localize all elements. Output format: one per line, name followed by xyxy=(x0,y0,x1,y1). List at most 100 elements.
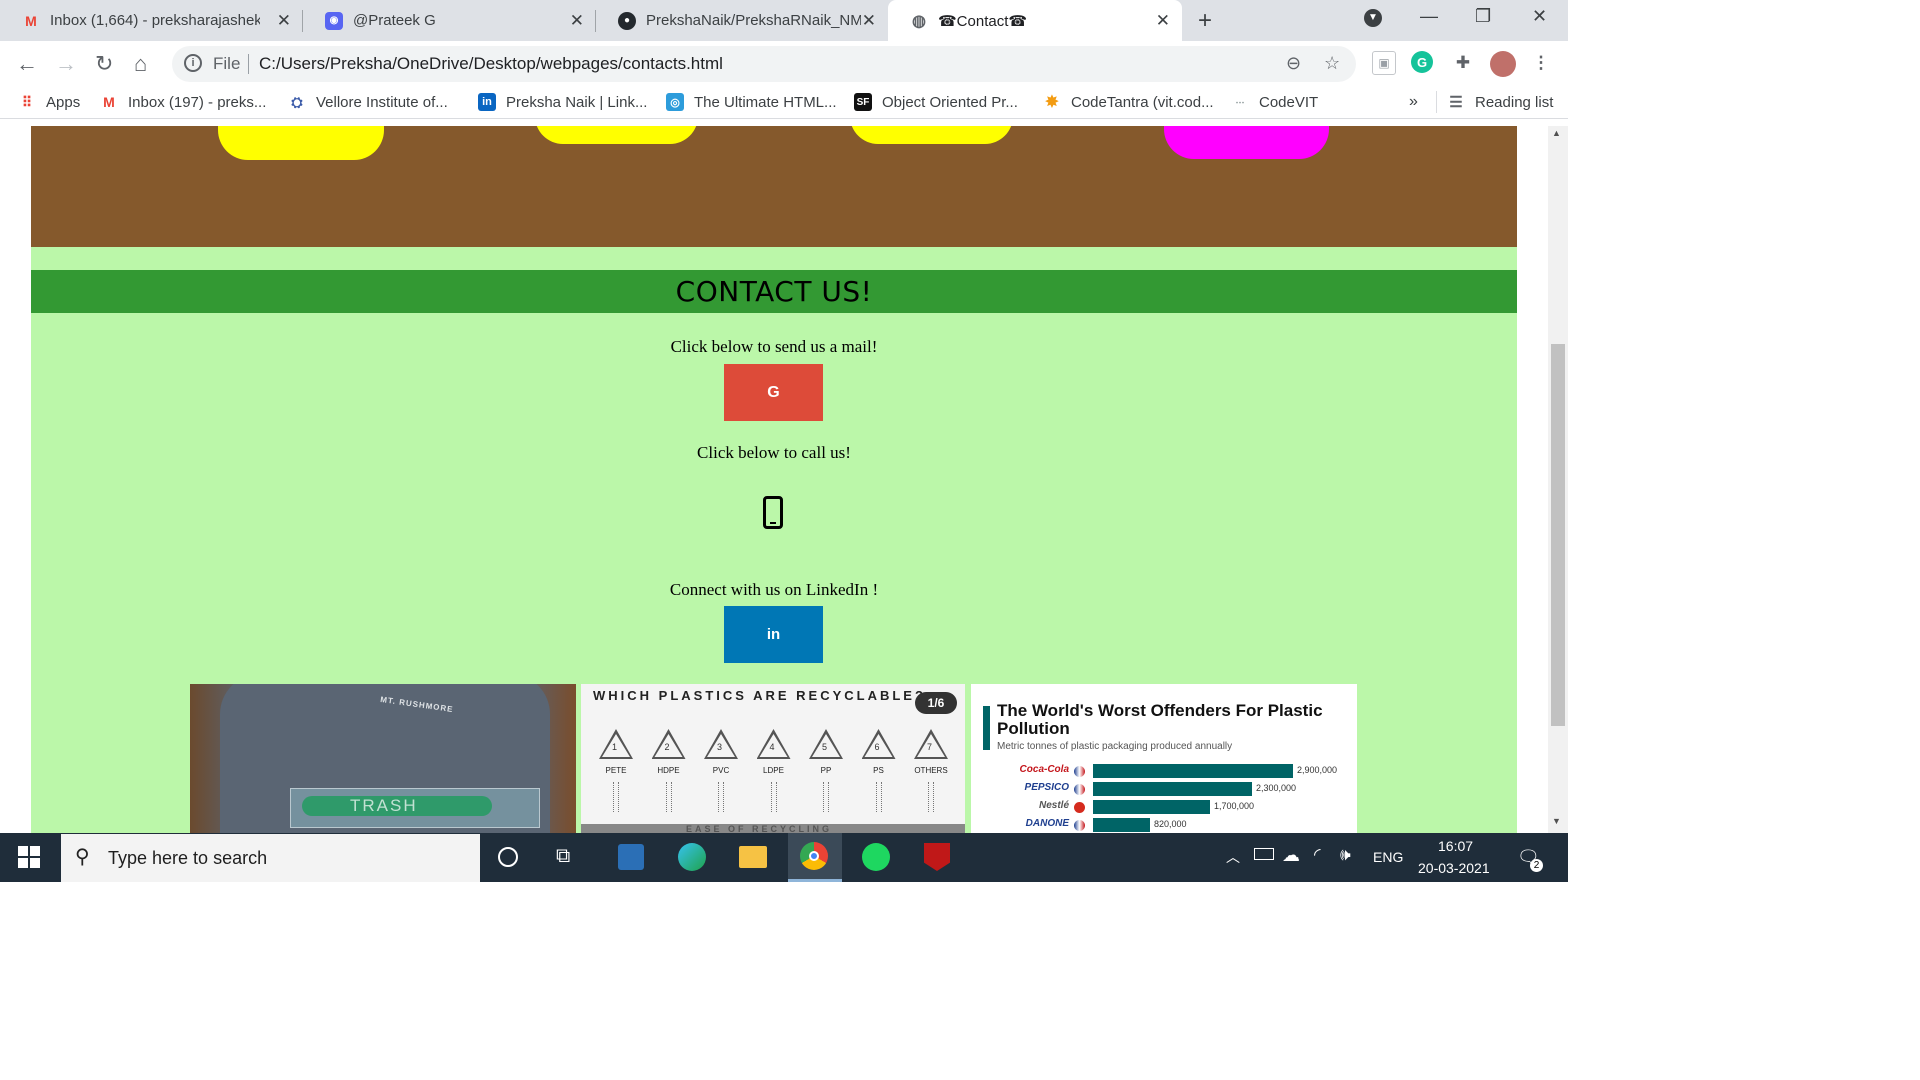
tab-contact[interactable]: ◍ ☎Contact☎ ✕ xyxy=(888,0,1182,41)
reading-list-label: Reading list xyxy=(1475,93,1554,111)
offender-value: 2,900,000 xyxy=(1297,765,1338,775)
forward-icon[interactable]: → xyxy=(55,51,77,77)
browser-toolbar: ← → ↻ ⌂ i File C:/Users/Preksha/OneDrive… xyxy=(0,41,1568,87)
company-name: DANONE xyxy=(1025,818,1069,829)
restore-icon[interactable]: ❐ xyxy=(1475,6,1491,27)
codevit-icon: ⋯ xyxy=(1235,96,1245,107)
bookmark-oop[interactable]: SF Object Oriented Pr... xyxy=(854,93,1018,111)
github-icon: ● xyxy=(618,11,636,30)
magenta-card[interactable] xyxy=(1164,126,1329,159)
yellow-card-2[interactable] xyxy=(535,126,698,144)
info-icon[interactable]: i xyxy=(184,54,202,72)
recyclable-plastics-image: WHICH PLASTICS ARE RECYCLABLE? 1/6 1 PETE… xyxy=(581,684,965,833)
recycle-number: 6 xyxy=(874,742,880,752)
edge-icon[interactable] xyxy=(678,843,706,871)
scheme-label: File xyxy=(213,54,241,73)
recycle-description xyxy=(665,782,672,812)
windows-taskbar: ⚲ Type here to search ⧉ ︿ ☁ ◜ 🕪 ENG 16:0… xyxy=(0,833,1568,882)
bookmark-html[interactable]: ◎ The Ultimate HTML... xyxy=(666,93,837,111)
recycle-number: 7 xyxy=(927,742,933,752)
clock-time[interactable]: 16:07 xyxy=(1438,838,1473,854)
google-mail-button[interactable]: G xyxy=(724,364,823,421)
scroll-up-icon[interactable]: ▲ xyxy=(1552,128,1561,138)
scrollbar-thumb[interactable] xyxy=(1551,344,1565,726)
recycle-description xyxy=(928,782,934,812)
close-window-icon[interactable]: ✕ xyxy=(1532,6,1547,27)
address-bar[interactable]: i File C:/Users/Preksha/OneDrive/Desktop… xyxy=(172,46,1356,82)
gmail-icon: M xyxy=(103,94,115,110)
reload-icon[interactable]: ↻ xyxy=(95,51,113,77)
taskbar-search[interactable]: ⚲ Type here to search xyxy=(61,834,480,882)
grammarly-icon[interactable]: G xyxy=(1411,51,1433,73)
offenders-chart-image: The World's Worst Offenders For Plastic … xyxy=(971,684,1357,833)
avatar[interactable] xyxy=(1490,51,1516,77)
file-explorer-icon[interactable] xyxy=(739,846,767,868)
tray-expand-icon[interactable]: ︿ xyxy=(1226,847,1240,867)
bookmark-vit[interactable]: ⛭ Vellore Institute of... xyxy=(288,93,447,111)
tab-discord[interactable]: ◉ @Prateek G ✕ xyxy=(303,0,596,41)
bookmark-label: Preksha Naik | Link... xyxy=(506,93,648,111)
offender-bar xyxy=(1093,800,1210,814)
tab-github[interactable]: ● PrekshaNaik/PrekshaRNaik_NMIT ✕ xyxy=(596,0,888,41)
task-view-icon[interactable]: ⧉ xyxy=(556,845,570,868)
url-text[interactable]: C:/Users/Preksha/OneDrive/Desktop/webpag… xyxy=(259,54,723,74)
close-icon[interactable]: ✕ xyxy=(277,11,291,31)
battery-icon[interactable] xyxy=(1254,848,1274,860)
reading-list[interactable]: ☰ Reading list xyxy=(1447,93,1554,112)
tab-search-icon[interactable]: ▼ xyxy=(1364,9,1382,27)
zoom-icon[interactable]: ⊖ xyxy=(1286,53,1301,74)
chrome-taskbar-item[interactable] xyxy=(788,833,842,882)
bookmark-apps[interactable]: ⠿ Apps xyxy=(18,93,80,111)
tab-label: Inbox (1,664) - preksharajashekh xyxy=(50,12,260,29)
close-icon[interactable]: ✕ xyxy=(1156,11,1170,31)
bookmark-codevit[interactable]: ⋯ CodeVIT xyxy=(1231,93,1319,111)
back-icon[interactable]: ← xyxy=(16,51,38,77)
company-name: Nestlé xyxy=(1038,800,1069,811)
mcafee-icon[interactable] xyxy=(924,843,950,871)
more-bookmarks-icon[interactable]: » xyxy=(1409,93,1418,111)
tab-gmail[interactable]: M Inbox (1,664) - preksharajashekh ✕ xyxy=(0,0,303,41)
yellow-card-1[interactable] xyxy=(218,126,384,160)
minimize-icon[interactable]: — xyxy=(1420,6,1438,27)
flag-icon xyxy=(1074,802,1085,813)
recycle-description xyxy=(875,782,882,812)
menu-icon[interactable]: ⋮ xyxy=(1529,51,1553,75)
wifi-icon[interactable]: ◜ xyxy=(1314,845,1321,865)
page-scrollbar[interactable]: ▲ ▼ xyxy=(1548,126,1568,833)
bookmark-label: The Ultimate HTML... xyxy=(694,93,837,111)
store-icon[interactable] xyxy=(618,844,644,870)
bookmark-codetantra[interactable]: ✸ CodeTantra (vit.cod... xyxy=(1043,93,1213,112)
spotify-icon[interactable] xyxy=(862,843,890,871)
windows-start-icon[interactable] xyxy=(18,846,40,868)
cortana-icon[interactable] xyxy=(498,847,518,867)
gmail-icon: M xyxy=(25,12,37,29)
close-icon[interactable]: ✕ xyxy=(570,11,584,31)
recycle-code-label: PP xyxy=(820,766,832,775)
language-indicator[interactable]: ENG xyxy=(1373,849,1403,865)
extensions-puzzle-icon[interactable]: ✚ xyxy=(1451,51,1475,75)
clock-date[interactable]: 20-03-2021 xyxy=(1418,860,1490,876)
company-name: PEPSICO xyxy=(1024,782,1069,793)
linkedin-button[interactable]: in xyxy=(724,606,823,663)
offender-bar xyxy=(1093,818,1150,832)
close-icon[interactable]: ✕ xyxy=(862,11,876,31)
extension-icon[interactable]: ▣ xyxy=(1372,51,1396,75)
volume-icon[interactable]: 🕪 xyxy=(1340,845,1351,865)
title-accent xyxy=(983,706,990,750)
call-prompt: Click below to call us! xyxy=(697,443,851,462)
bookmark-star-icon[interactable]: ☆ xyxy=(1324,53,1340,74)
bookmark-linkedin[interactable]: in Preksha Naik | Link... xyxy=(478,93,647,111)
bookmarks-bar: ⠿ Apps M Inbox (197) - preks... ⛭ Vellor… xyxy=(0,87,1568,119)
new-tab-button[interactable]: + xyxy=(1198,7,1212,35)
globe-icon: ◍ xyxy=(912,12,926,30)
bookmark-label: CodeVIT xyxy=(1259,93,1319,111)
phone-icon[interactable] xyxy=(763,496,783,529)
yellow-card-3[interactable] xyxy=(850,126,1013,144)
scroll-down-icon[interactable]: ▼ xyxy=(1552,816,1561,826)
bookmark-label: Apps xyxy=(46,93,81,111)
contact-header: CONTACT US! xyxy=(31,270,1517,313)
home-icon[interactable]: ⌂ xyxy=(134,51,147,77)
bookmark-inbox[interactable]: M Inbox (197) - preks... xyxy=(100,93,266,111)
recycle-code-label: PETE xyxy=(605,766,627,775)
onedrive-icon[interactable]: ☁ xyxy=(1282,845,1300,866)
